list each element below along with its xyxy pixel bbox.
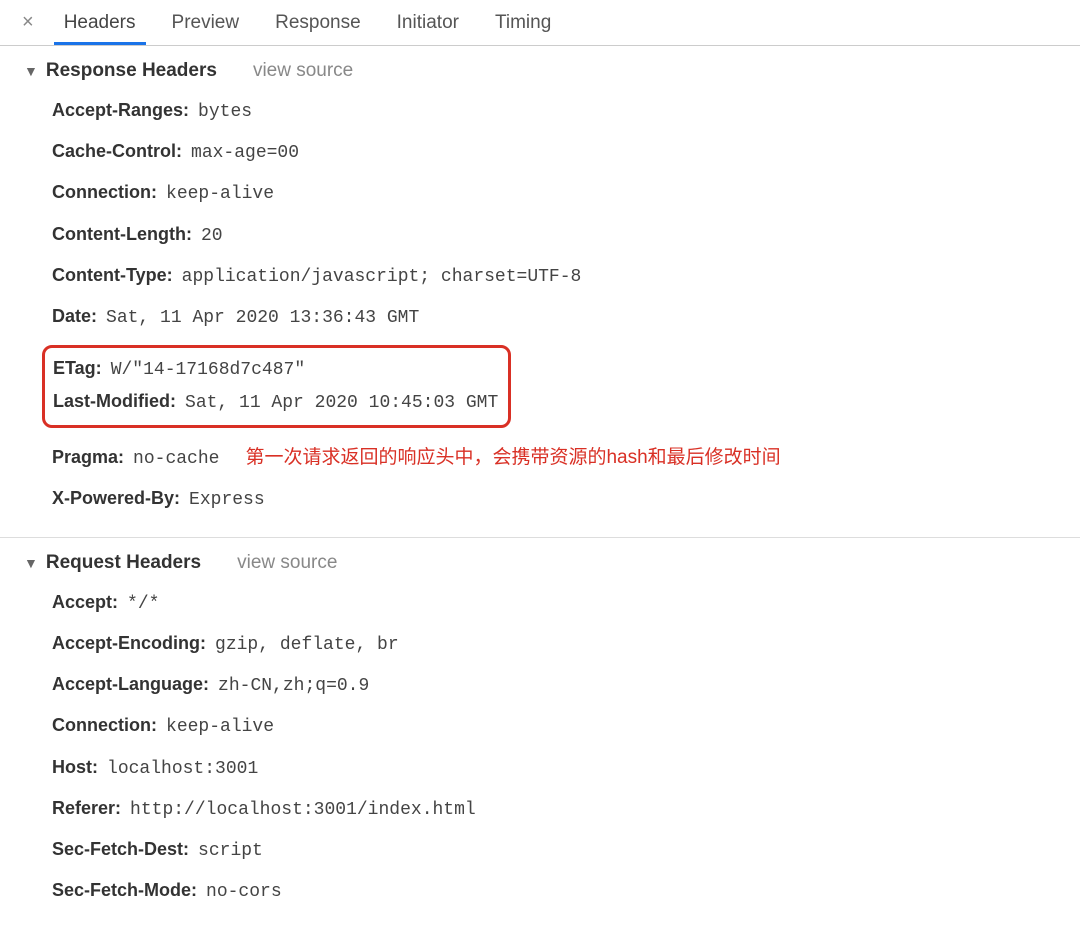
tab-timing[interactable]: Timing <box>477 2 569 44</box>
header-row: Sec-Fetch-Dest: script <box>52 837 1062 864</box>
tab-initiator[interactable]: Initiator <box>379 2 477 44</box>
header-name: Accept-Encoding: <box>52 633 206 653</box>
header-value: keep-alive <box>166 717 274 737</box>
highlight-box: ETag: W/"14-17168d7c487" Last-Modified: … <box>42 345 511 427</box>
response-header-list: Accept-Ranges: bytes Cache-Control: max-… <box>24 98 1062 331</box>
header-value: no-cors <box>206 882 282 902</box>
header-row: Accept-Language: zh-CN,zh;q=0.9 <box>52 672 1062 699</box>
view-source-link[interactable]: view source <box>237 552 337 574</box>
view-source-link[interactable]: view source <box>253 60 353 82</box>
tabs-bar: × Headers Preview Response Initiator Tim… <box>0 0 1080 46</box>
header-name: Accept-Language: <box>52 674 209 694</box>
header-name: Cache-Control: <box>52 141 182 161</box>
header-row: Sec-Fetch-Mode: no-cors <box>52 878 1062 905</box>
header-value: Express <box>189 490 265 510</box>
header-value: gzip, deflate, br <box>215 635 399 655</box>
request-header-list: Accept: */* Accept-Encoding: gzip, defla… <box>24 590 1062 906</box>
header-row: ETag: W/"14-17168d7c487" <box>53 356 498 383</box>
header-name: Last-Modified: <box>53 391 176 411</box>
header-value: */* <box>127 594 159 614</box>
section-header-row: ▼ Request Headers view source <box>24 552 1062 574</box>
header-name: Host: <box>52 757 98 777</box>
header-row: Cache-Control: max-age=00 <box>52 139 1062 166</box>
section-header-row: ▼ Response Headers view source <box>24 60 1062 82</box>
tab-preview[interactable]: Preview <box>154 2 258 44</box>
header-row: Content-Type: application/javascript; ch… <box>52 263 1062 290</box>
header-value: max-age=00 <box>191 143 299 163</box>
response-headers-section: ▼ Response Headers view source Accept-Ra… <box>0 46 1080 538</box>
header-row: Connection: keep-alive <box>52 713 1062 740</box>
header-name: Connection: <box>52 715 157 735</box>
header-value: script <box>198 841 263 861</box>
header-name: X-Powered-By: <box>52 488 180 508</box>
annotation-row: Pragma: no-cache 第一次请求返回的响应头中，会携带资源的hash… <box>52 442 1062 472</box>
header-row: Accept: */* <box>52 590 1062 617</box>
tab-response[interactable]: Response <box>257 2 379 44</box>
header-name: Date: <box>52 306 97 326</box>
annotation-text: 第一次请求返回的响应头中，会携带资源的hash和最后修改时间 <box>245 442 780 469</box>
header-value: bytes <box>198 102 252 122</box>
header-name: Referer: <box>52 798 121 818</box>
header-row: Date: Sat, 11 Apr 2020 13:36:43 GMT <box>52 304 1062 331</box>
response-header-list-after: Pragma: no-cache 第一次请求返回的响应头中，会携带资源的hash… <box>24 442 1062 513</box>
header-name: Sec-Fetch-Mode: <box>52 880 197 900</box>
header-value: Sat, 11 Apr 2020 10:45:03 GMT <box>185 393 498 413</box>
header-name: Pragma: <box>52 447 124 467</box>
header-name: Accept-Ranges: <box>52 100 189 120</box>
header-value: http://localhost:3001/index.html <box>130 800 476 820</box>
header-value: W/"14-17168d7c487" <box>111 360 305 380</box>
header-name: ETag: <box>53 358 102 378</box>
header-row: Pragma: no-cache <box>52 445 219 472</box>
header-row: Accept-Ranges: bytes <box>52 98 1062 125</box>
section-title: Response Headers <box>46 60 217 82</box>
header-value: zh-CN,zh;q=0.9 <box>218 676 369 696</box>
header-name: Content-Type: <box>52 265 173 285</box>
header-row: Last-Modified: Sat, 11 Apr 2020 10:45:03… <box>53 389 498 416</box>
header-value: 20 <box>201 226 223 246</box>
header-name: Connection: <box>52 182 157 202</box>
header-value: no-cache <box>133 449 219 469</box>
close-icon[interactable]: × <box>10 11 46 34</box>
tab-headers[interactable]: Headers <box>46 2 154 44</box>
header-value: localhost:3001 <box>107 759 258 779</box>
header-row: Host: localhost:3001 <box>52 755 1062 782</box>
section-title: Request Headers <box>46 552 201 574</box>
header-name: Content-Length: <box>52 224 192 244</box>
header-row: Accept-Encoding: gzip, deflate, br <box>52 631 1062 658</box>
header-value: keep-alive <box>166 184 274 204</box>
disclosure-triangle-icon[interactable]: ▼ <box>24 555 38 571</box>
request-headers-section: ▼ Request Headers view source Accept: */… <box>0 538 1080 929</box>
header-row: Content-Length: 20 <box>52 222 1062 249</box>
header-value: Sat, 11 Apr 2020 13:36:43 GMT <box>106 308 419 328</box>
header-value: application/javascript; charset=UTF-8 <box>182 267 582 287</box>
header-name: Accept: <box>52 592 118 612</box>
disclosure-triangle-icon[interactable]: ▼ <box>24 63 38 79</box>
header-row: Connection: keep-alive <box>52 180 1062 207</box>
header-name: Sec-Fetch-Dest: <box>52 839 189 859</box>
header-row: Referer: http://localhost:3001/index.htm… <box>52 796 1062 823</box>
header-row: X-Powered-By: Express <box>52 486 1062 513</box>
